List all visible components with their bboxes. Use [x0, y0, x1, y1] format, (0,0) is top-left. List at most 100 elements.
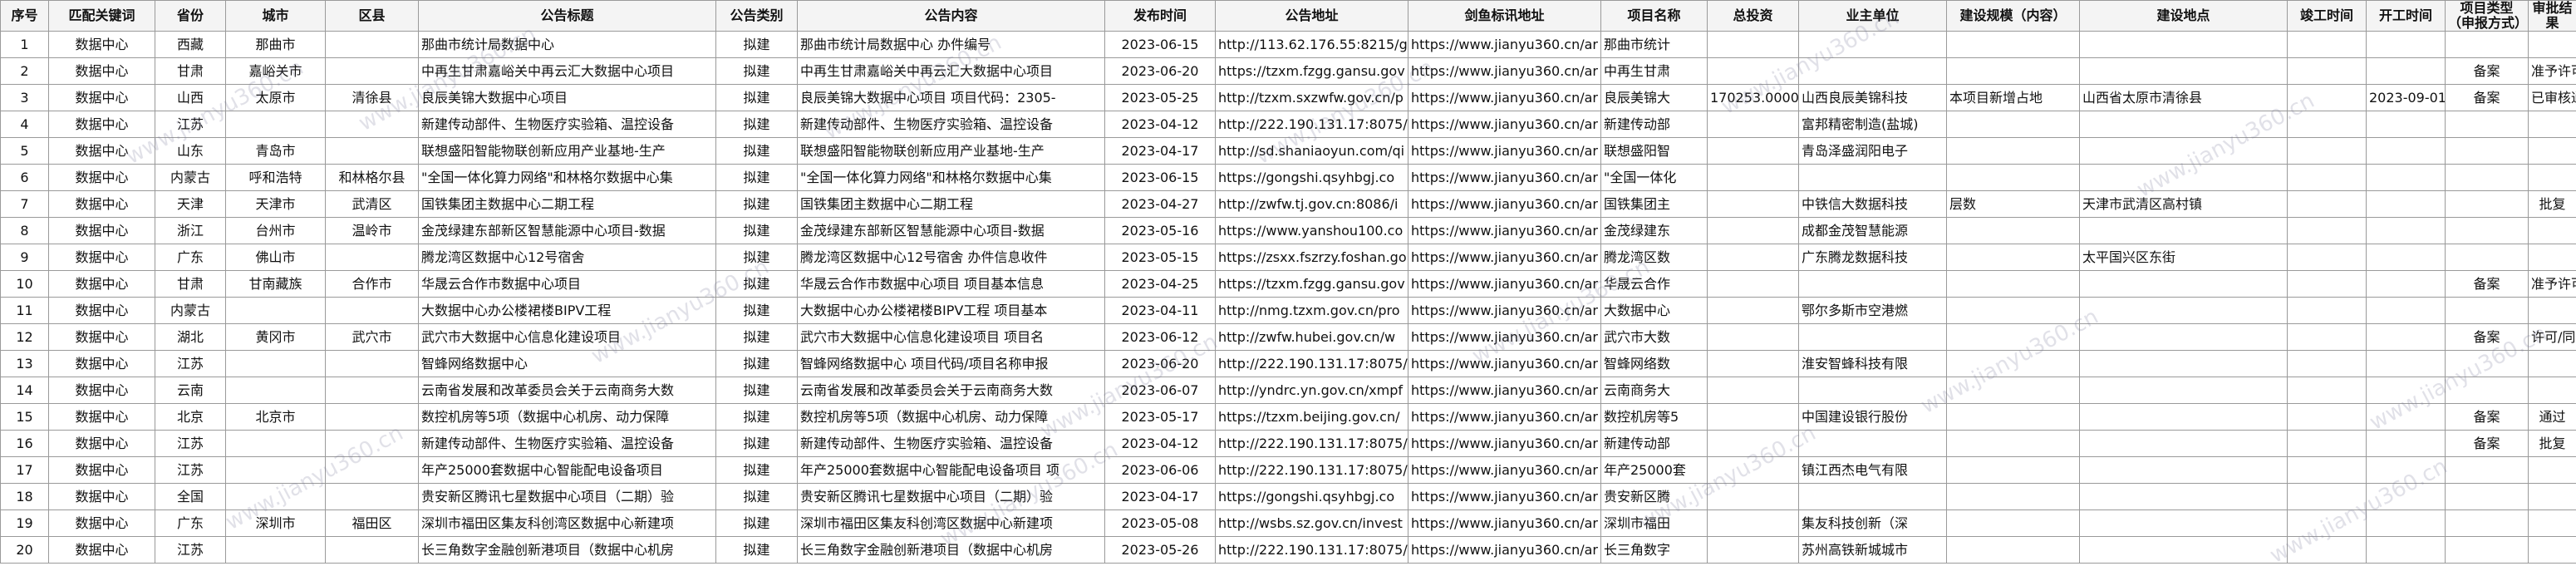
table-row[interactable]: 17 数据中心 江苏 年产25000套数据中心智能配电设备项目 拟建 年产25000套数据…	[0, 456, 2576, 484]
table-cell[interactable]: 腾龙湾区数	[1600, 244, 1708, 271]
table-cell[interactable]: 成都金茂智慧能源	[1798, 217, 1947, 244]
table-cell[interactable]: 黄冈市	[225, 323, 326, 351]
table-cell[interactable]: 已审核通过	[2528, 84, 2576, 111]
table-cell[interactable]: 中国建设银行股份	[1798, 403, 1947, 431]
table-cell[interactable]	[2528, 31, 2576, 58]
table-cell[interactable]: 拟建	[715, 377, 798, 404]
table-cell[interactable]	[2445, 190, 2529, 218]
column-header[interactable]: 城市	[225, 0, 326, 32]
table-cell[interactable]: 金茂绿建东部新区智慧能源中心项目-数据	[797, 217, 1105, 244]
table-cell[interactable]: https://www.jianyu360.cn/ar	[1408, 217, 1601, 244]
table-cell[interactable]	[2528, 244, 2576, 271]
table-cell[interactable]: 2023-06-20	[1104, 57, 1216, 85]
table-cell[interactable]	[2079, 57, 2288, 85]
table-cell[interactable]	[2366, 430, 2446, 457]
table-cell[interactable]: https://www.jianyu360.cn/ar	[1408, 164, 1601, 191]
table-cell[interactable]	[325, 137, 419, 165]
table-cell[interactable]	[2528, 483, 2576, 510]
table-cell[interactable]	[2366, 190, 2446, 218]
table-cell[interactable]: 武穴市大数据中心信息化建设项目 项目名	[797, 323, 1105, 351]
table-cell[interactable]: https://tzxm.fzgg.gansu.gov	[1215, 57, 1408, 85]
column-header[interactable]: 序号	[0, 0, 49, 32]
table-cell[interactable]: 山东	[155, 137, 226, 165]
table-cell[interactable]	[1707, 31, 1799, 58]
table-cell[interactable]	[2445, 164, 2529, 191]
table-cell[interactable]: 广东	[155, 509, 226, 537]
table-cell[interactable]	[2287, 244, 2367, 271]
table-cell[interactable]	[325, 483, 419, 510]
table-cell[interactable]: 2023-05-25	[1104, 84, 1216, 111]
table-cell[interactable]: 武穴市	[325, 323, 419, 351]
table-cell[interactable]	[225, 350, 326, 377]
table-cell[interactable]: 14	[0, 377, 49, 404]
table-cell[interactable]	[2287, 456, 2367, 484]
table-cell[interactable]: 2023-06-15	[1104, 31, 1216, 58]
table-cell[interactable]: 拟建	[715, 350, 798, 377]
table-cell[interactable]	[2366, 217, 2446, 244]
table-cell[interactable]: 江苏	[155, 456, 226, 484]
table-cell[interactable]	[2079, 217, 2288, 244]
table-cell[interactable]: 华晟云合作市数据中心项目 项目基本信息	[797, 270, 1105, 298]
table-cell[interactable]: 湖北	[155, 323, 226, 351]
table-cell[interactable]: 长三角数字	[1600, 536, 1708, 564]
table-cell[interactable]	[2445, 137, 2529, 165]
table-cell[interactable]: 拟建	[715, 244, 798, 271]
table-cell[interactable]	[1707, 57, 1799, 85]
table-cell[interactable]	[2287, 137, 2367, 165]
table-cell[interactable]: 16	[0, 430, 49, 457]
table-cell[interactable]: 批复	[2528, 430, 2576, 457]
table-cell[interactable]: http://nmg.tzxm.gov.cn/pro	[1215, 297, 1408, 324]
table-cell[interactable]: 2023-05-26	[1104, 536, 1216, 564]
table-cell[interactable]: 北京市	[225, 403, 326, 431]
column-header[interactable]: 区县	[325, 0, 419, 32]
table-cell[interactable]	[1946, 377, 2080, 404]
table-cell[interactable]: https://www.jianyu360.cn/ar	[1408, 536, 1601, 564]
table-cell[interactable]	[2366, 536, 2446, 564]
column-header[interactable]: 竣工时间	[2287, 0, 2367, 32]
column-header[interactable]: 匹配关键词	[48, 0, 155, 32]
table-cell[interactable]	[2528, 297, 2576, 324]
table-cell[interactable]	[2366, 57, 2446, 85]
table-cell[interactable]	[2528, 536, 2576, 564]
table-cell[interactable]	[2287, 377, 2367, 404]
table-cell[interactable]	[325, 57, 419, 85]
table-cell[interactable]: 拟建	[715, 137, 798, 165]
table-cell[interactable]: 集友科技创新（深	[1798, 509, 1947, 537]
table-cell[interactable]	[2528, 111, 2576, 138]
table-cell[interactable]	[2079, 350, 2288, 377]
table-cell[interactable]: "全国一体化算力网络"和林格尔数据中心集	[418, 164, 716, 191]
table-cell[interactable]: 云南	[155, 377, 226, 404]
table-cell[interactable]	[2079, 137, 2288, 165]
table-cell[interactable]	[325, 350, 419, 377]
table-cell[interactable]: 数据中心	[48, 377, 155, 404]
table-cell[interactable]: https://www.jianyu360.cn/ar	[1408, 403, 1601, 431]
table-cell[interactable]: 数据中心	[48, 84, 155, 111]
table-cell[interactable]: 金茂绿建东部新区智慧能源中心项目-数据	[418, 217, 716, 244]
table-cell[interactable]: 内蒙古	[155, 164, 226, 191]
table-cell[interactable]: 智蜂网络数据中心 项目代码/项目名称申报	[797, 350, 1105, 377]
table-row[interactable]: 10 数据中心 甘肃 甘南藏族 合作市 华晟云合作市数据中心项目 拟建 华晟云合作市数据中心项…	[0, 270, 2576, 298]
table-cell[interactable]: https://tzxm.fzgg.gansu.gov	[1215, 270, 1408, 298]
table-cell[interactable]: 华晟云合作市数据中心项目	[418, 270, 716, 298]
table-cell[interactable]	[325, 377, 419, 404]
table-cell[interactable]	[2287, 31, 2367, 58]
table-cell[interactable]	[1946, 350, 2080, 377]
table-cell[interactable]: 170253.0000	[1707, 84, 1799, 111]
table-cell[interactable]: https://www.jianyu360.cn/ar	[1408, 190, 1601, 218]
table-cell[interactable]	[2366, 403, 2446, 431]
table-row[interactable]: 11 数据中心 内蒙古 大数据中心办公楼裙楼BIPV工程 拟建 大数据中心办公楼裙楼BIP…	[0, 297, 2576, 324]
table-cell[interactable]: 大数据中心	[1600, 297, 1708, 324]
table-cell[interactable]: 1	[0, 31, 49, 58]
table-cell[interactable]: 拟建	[715, 164, 798, 191]
table-cell[interactable]: 那曲市统计	[1600, 31, 1708, 58]
table-cell[interactable]: 准予许可	[2528, 57, 2576, 85]
table-cell[interactable]	[1707, 111, 1799, 138]
table-cell[interactable]	[325, 297, 419, 324]
table-cell[interactable]: 3	[0, 84, 49, 111]
table-cell[interactable]	[1798, 57, 1947, 85]
table-cell[interactable]: 联想盛阳智能物联创新应用产业基地-生产	[797, 137, 1105, 165]
table-cell[interactable]	[2079, 270, 2288, 298]
table-cell[interactable]: 准予许可	[2528, 270, 2576, 298]
table-cell[interactable]: 深圳市福田区集友科创湾区数据中心新建项	[797, 509, 1105, 537]
column-header[interactable]: 省份	[155, 0, 226, 32]
